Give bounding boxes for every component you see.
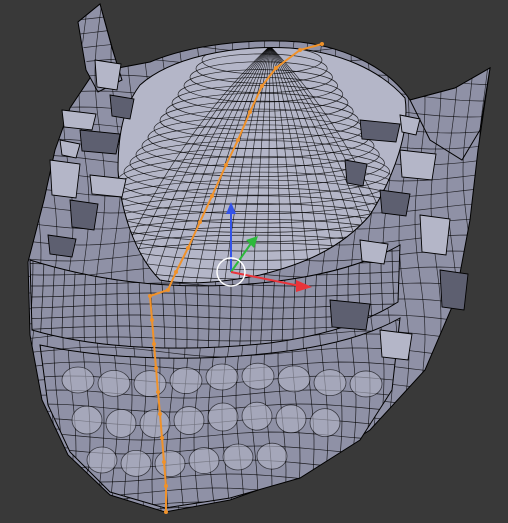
- detail-block: [399, 114, 421, 136]
- tooth: [241, 362, 275, 390]
- tooth: [313, 369, 347, 397]
- selected-vertex[interactable]: [158, 412, 162, 416]
- detail-block: [379, 189, 411, 217]
- wire-edge: [15, 0, 25, 520]
- tooth: [277, 365, 311, 393]
- selected-vertex[interactable]: [260, 84, 264, 88]
- tooth: [275, 404, 307, 434]
- selected-vertex[interactable]: [198, 220, 202, 224]
- wire-edge: [19, 240, 23, 360]
- selected-vertex[interactable]: [210, 194, 214, 198]
- selected-vertex[interactable]: [274, 66, 278, 70]
- wire-edge: [28, 506, 490, 512]
- detail-block: [89, 174, 127, 198]
- tooth: [256, 442, 288, 470]
- detail-block: [419, 214, 451, 256]
- detail-block: [47, 234, 77, 258]
- detail-block: [359, 119, 401, 143]
- 3d-viewport[interactable]: [0, 0, 508, 523]
- selected-vertex[interactable]: [154, 366, 158, 370]
- detail-block: [329, 299, 371, 331]
- selected-vertex[interactable]: [160, 436, 164, 440]
- detail-block: [109, 94, 135, 120]
- tooth: [205, 363, 239, 391]
- selected-vertex[interactable]: [298, 48, 302, 52]
- tooth: [309, 408, 341, 438]
- tooth: [241, 401, 273, 431]
- selected-vertex[interactable]: [164, 484, 168, 488]
- selected-vertex[interactable]: [152, 342, 156, 346]
- selected-vertex[interactable]: [150, 318, 154, 322]
- selected-vertex[interactable]: [156, 390, 160, 394]
- tooth: [120, 449, 152, 477]
- tooth: [139, 409, 171, 439]
- detail-block: [49, 159, 81, 199]
- tooth: [86, 446, 118, 474]
- tooth: [61, 366, 95, 394]
- wire-edge: [495, 0, 505, 520]
- selected-vertex[interactable]: [164, 510, 168, 514]
- detail-block: [399, 149, 437, 181]
- tooth: [169, 367, 203, 394]
- selected-vertex[interactable]: [174, 270, 178, 274]
- selected-vertex[interactable]: [236, 138, 240, 142]
- tooth: [207, 402, 239, 432]
- tooth: [97, 369, 131, 397]
- tooth: [133, 370, 167, 398]
- tooth: [71, 405, 103, 435]
- selected-vertex[interactable]: [148, 294, 152, 298]
- detail-block: [359, 239, 389, 265]
- tooth: [173, 406, 205, 435]
- tooth: [222, 443, 254, 471]
- tooth: [349, 370, 383, 398]
- selected-vertex[interactable]: [320, 42, 324, 46]
- mesh-scene[interactable]: [0, 0, 508, 523]
- detail-block: [344, 159, 368, 187]
- detail-block: [61, 109, 97, 131]
- tooth: [188, 447, 220, 474]
- tooth: [105, 408, 137, 438]
- selected-vertex[interactable]: [166, 288, 170, 292]
- tooth: [154, 450, 186, 478]
- selected-vertex[interactable]: [224, 163, 228, 167]
- selected-vertex[interactable]: [248, 110, 252, 114]
- wire-edge: [28, 490, 490, 502]
- wire-edge: [40, 501, 400, 508]
- detail-block: [69, 199, 99, 231]
- selected-vertex[interactable]: [186, 246, 190, 250]
- detail-block: [439, 269, 469, 311]
- detail-block: [379, 329, 413, 361]
- selected-vertex[interactable]: [162, 460, 166, 464]
- detail-block: [79, 129, 121, 155]
- detail-block: [94, 59, 122, 91]
- wire-edge: [28, 4, 490, 6]
